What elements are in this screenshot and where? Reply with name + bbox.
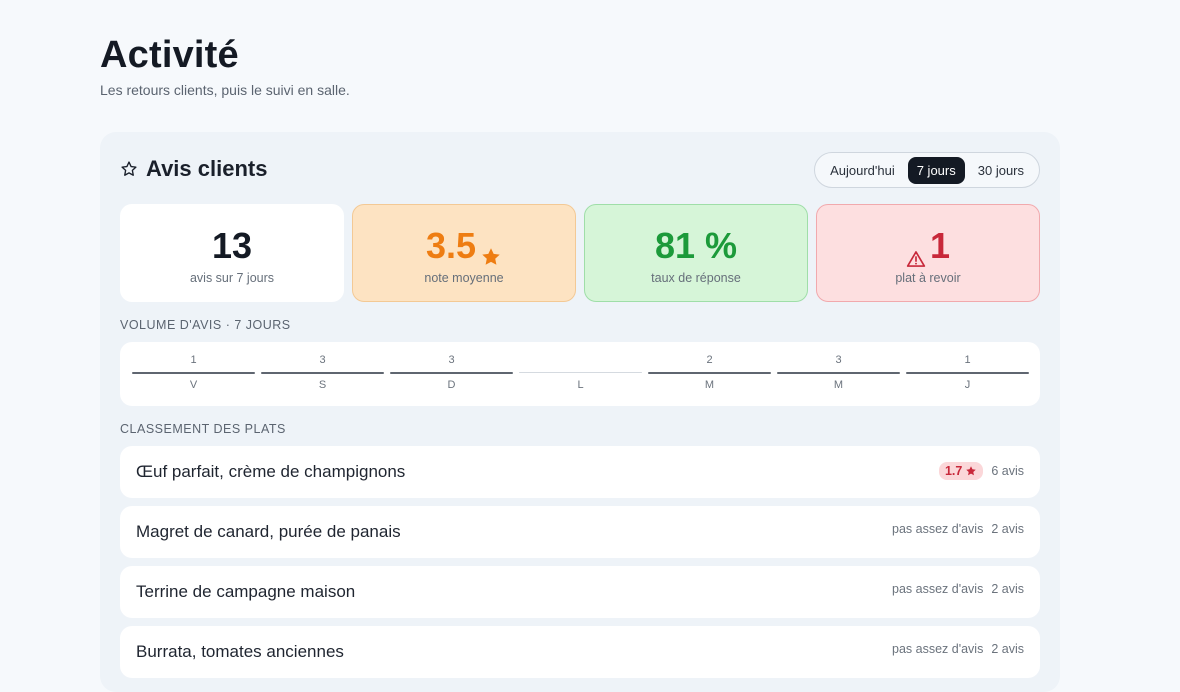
review-count: 2 avis — [991, 522, 1024, 536]
dish-name: Terrine de campagne maison — [136, 582, 356, 601]
volume-day-label: J — [964, 379, 971, 391]
dish-meta: pas assez d'avis 2 avis — [892, 642, 1024, 656]
volume-day-column: 2 M — [648, 342, 771, 406]
reviews-header: Avis clients Aujourd'hui 7 jours 30 jour… — [120, 152, 1040, 188]
insufficient-reviews-note: pas assez d'avis — [892, 582, 984, 596]
period-30-days-button[interactable]: 30 jours — [969, 157, 1033, 184]
dish-meta: 1.7 6 avis — [938, 462, 1024, 480]
dish-name: Burrata, tomates anciennes — [136, 642, 344, 661]
stat-card-response-rate: 81 % taux de réponse — [584, 204, 808, 302]
volume-count: 3 — [448, 354, 455, 366]
stat-value: 81 % — [585, 225, 807, 267]
volume-section-label: VOLUME D'AVIS · 7 JOURS — [120, 318, 291, 332]
volume-day-label: M — [833, 379, 844, 391]
volume-count: 3 — [319, 354, 326, 366]
volume-count: 2 — [706, 354, 713, 366]
stat-value-text: 81 % — [654, 225, 738, 266]
volume-bar — [390, 372, 513, 374]
star-outline-icon — [120, 160, 138, 178]
stat-value: 3.5 — [353, 225, 575, 267]
dish-row[interactable]: Terrine de campagne maison pas assez d'a… — [120, 566, 1040, 618]
stat-value-text: 3.5 — [425, 225, 477, 266]
dish-row[interactable]: Burrata, tomates anciennes pas assez d'a… — [120, 626, 1040, 678]
volume-count: 3 — [835, 354, 842, 366]
volume-day-label: L — [577, 379, 584, 391]
stat-label: avis sur 7 jours — [189, 271, 275, 285]
warning-icon — [906, 236, 926, 267]
stat-value: 1 — [817, 225, 1039, 267]
volume-day-column: 3 D — [390, 342, 513, 406]
volume-count: 1 — [964, 354, 971, 366]
review-count: 2 avis — [991, 582, 1024, 596]
dish-name: Magret de canard, purée de panais — [136, 522, 401, 541]
stat-label: taux de réponse — [651, 271, 741, 285]
stat-value: 13 — [121, 225, 343, 267]
ranking-section-label: CLASSEMENT DES PLATS — [120, 422, 286, 436]
review-volume-chart: 1 V 3 S 3 D L 2 M 3 M 1 J — [120, 342, 1040, 406]
stats-row: 13 avis sur 7 jours 3.5 note moyenne 81 … — [120, 204, 1040, 302]
volume-day-label: V — [189, 379, 198, 391]
volume-day-column: 3 S — [261, 342, 384, 406]
reviews-title: Avis clients — [146, 156, 268, 181]
stat-value-text: 13 — [211, 225, 253, 266]
volume-bar — [132, 372, 255, 374]
stat-card-dishes-to-review[interactable]: 1 plat à revoir — [816, 204, 1040, 302]
page-subtitle: Les retours clients, puis le suivi en sa… — [100, 82, 350, 98]
volume-day-label: M — [704, 379, 715, 391]
stat-card-average-rating: 3.5 note moyenne — [352, 204, 576, 302]
review-count: 6 avis — [991, 464, 1024, 478]
reviews-title-wrap: Avis clients — [120, 156, 267, 182]
insufficient-reviews-note: pas assez d'avis — [892, 642, 984, 656]
volume-bar — [648, 372, 771, 374]
volume-day-column: L — [519, 342, 642, 406]
stat-label: plat à revoir — [895, 271, 961, 285]
volume-day-column: 1 V — [132, 342, 255, 406]
rating-badge: 1.7 — [938, 462, 984, 480]
stat-card-reviews-count: 13 avis sur 7 jours — [120, 204, 344, 302]
dish-row[interactable]: Magret de canard, purée de panais pas as… — [120, 506, 1040, 558]
insufficient-reviews-note: pas assez d'avis — [892, 522, 984, 536]
stat-label: note moyenne — [424, 271, 504, 285]
volume-bar — [906, 372, 1029, 374]
dish-meta: pas assez d'avis 2 avis — [892, 582, 1024, 596]
volume-day-label: D — [447, 379, 456, 391]
star-icon — [480, 235, 502, 265]
volume-day-column: 3 M — [777, 342, 900, 406]
volume-bar — [777, 372, 900, 374]
reviews-panel: Avis clients Aujourd'hui 7 jours 30 jour… — [100, 132, 1060, 692]
dish-row[interactable]: Œuf parfait, crème de champignons 1.7 6 … — [120, 446, 1040, 498]
volume-day-column: 1 J — [906, 342, 1029, 406]
star-icon — [965, 465, 977, 477]
rating-value: 1.7 — [944, 464, 963, 478]
volume-bar — [261, 372, 384, 374]
volume-day-label: S — [318, 379, 327, 391]
period-selector: Aujourd'hui 7 jours 30 jours — [814, 152, 1040, 188]
dish-meta: pas assez d'avis 2 avis — [892, 522, 1024, 536]
dish-name: Œuf parfait, crème de champignons — [136, 462, 406, 481]
period-today-button[interactable]: Aujourd'hui — [821, 157, 904, 184]
period-7-days-button[interactable]: 7 jours — [907, 156, 965, 184]
review-count: 2 avis — [991, 642, 1024, 656]
volume-count: 1 — [190, 354, 197, 366]
page-title: Activité — [100, 34, 239, 76]
stat-value-text: 1 — [929, 225, 951, 266]
volume-bar — [519, 372, 642, 373]
